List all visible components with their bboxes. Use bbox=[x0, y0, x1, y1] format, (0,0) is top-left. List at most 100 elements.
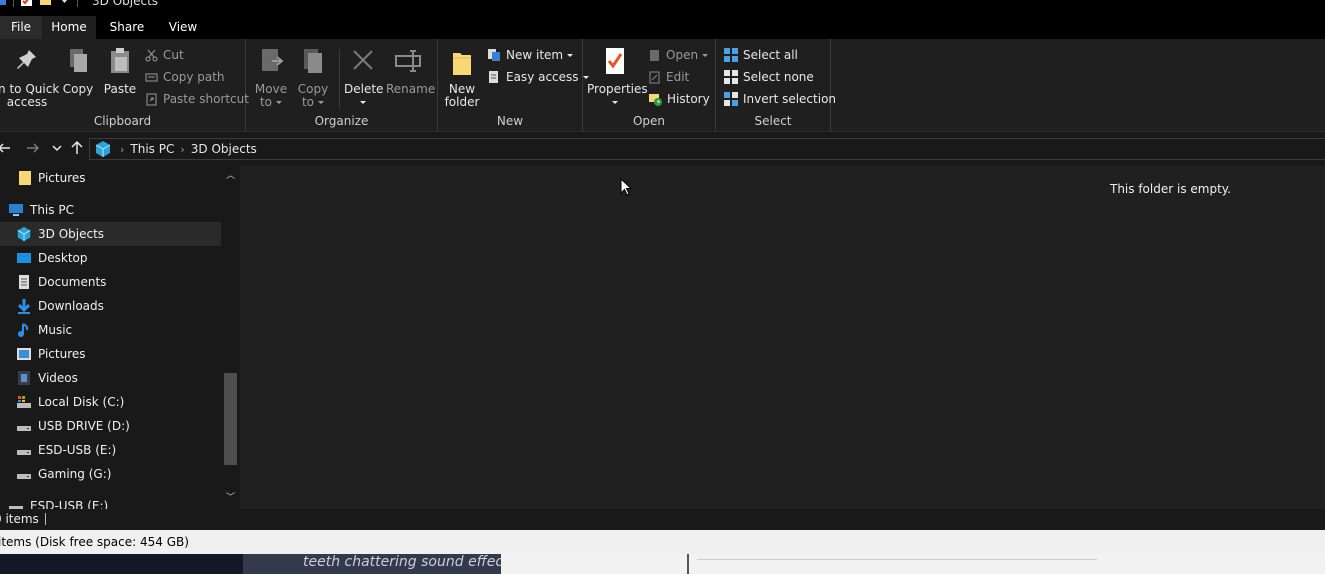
drive-icon bbox=[17, 426, 31, 431]
back-arrow-icon[interactable] bbox=[0, 139, 14, 157]
edit-icon bbox=[649, 71, 660, 83]
new-group: New folder New item Easy access New bbox=[438, 39, 589, 132]
properties-quick-icon[interactable] bbox=[20, 0, 33, 7]
organize-group: Move to Copy to Delete Rename Organize bbox=[246, 39, 438, 132]
status-separator bbox=[45, 513, 46, 525]
status-bar: 0 items bbox=[0, 509, 1325, 529]
select-none-button[interactable]: Select none bbox=[724, 67, 814, 87]
tree-item-gaming-g[interactable]: Gaming (G:) bbox=[0, 462, 221, 486]
background-light-panel bbox=[501, 554, 1325, 574]
select-all-label: Select all bbox=[743, 48, 798, 62]
navigation-bar: › This PC › 3D Objects bbox=[0, 133, 1325, 165]
copy-label: Copy bbox=[62, 82, 94, 96]
open-button[interactable]: Open bbox=[648, 45, 709, 65]
paste-shortcut-button[interactable]: Paste shortcut bbox=[145, 89, 249, 109]
tree-item-label: Music bbox=[38, 323, 73, 337]
tree-item-desktop[interactable]: Desktop bbox=[0, 246, 221, 270]
tree-item-label: Pictures bbox=[38, 347, 86, 361]
tab-view[interactable]: View bbox=[162, 16, 204, 39]
up-arrow-icon[interactable] bbox=[68, 139, 86, 157]
ribbon-tabs: File Home Share View bbox=[0, 16, 1325, 39]
breadcrumb-separator: › bbox=[180, 142, 185, 156]
clipboard-group-label: Clipboard bbox=[93, 114, 152, 128]
delete-x-icon bbox=[353, 50, 373, 70]
copy-path-label: Copy path bbox=[163, 70, 225, 84]
breadcrumb-3d-objects[interactable]: 3D Objects bbox=[191, 142, 257, 156]
tree-item-pictures[interactable]: Pictures bbox=[0, 342, 221, 366]
3d-objects-icon bbox=[95, 141, 111, 157]
copy-path-icon bbox=[145, 73, 158, 81]
rename-label: Rename bbox=[386, 82, 436, 96]
history-button[interactable]: History bbox=[648, 89, 710, 109]
paste-label: Paste bbox=[103, 82, 137, 96]
disk-free-space: items (Disk free space: 454 GB) bbox=[0, 535, 189, 549]
tree-item-esd-usb-e-root[interactable]: ESD-USB (E:) bbox=[0, 494, 221, 509]
tree-item-videos[interactable]: Videos bbox=[0, 366, 221, 390]
scroll-down-icon[interactable]: ﹀ bbox=[226, 494, 235, 503]
background-dark-panel bbox=[0, 554, 243, 574]
tree-item-usb-drive-d[interactable]: USB DRIVE (D:) bbox=[0, 414, 221, 438]
edit-button[interactable]: Edit bbox=[648, 67, 689, 87]
tree-item-local-disk-c[interactable]: Local Disk (C:) bbox=[0, 390, 221, 414]
navigation-pane: Pictures This PC 3D Objects Desktop Docu… bbox=[0, 166, 240, 509]
copy-to-label-2: to bbox=[301, 95, 315, 109]
delete-label: Delete bbox=[344, 82, 384, 96]
open-icon bbox=[650, 49, 659, 61]
scroll-up-icon[interactable]: ︿ bbox=[226, 172, 235, 181]
copy-path-button[interactable]: Copy path bbox=[145, 67, 225, 87]
tab-share[interactable]: Share bbox=[104, 16, 150, 39]
tree-item-documents[interactable]: Documents bbox=[0, 270, 221, 294]
tree-item-label: ESD-USB (E:) bbox=[38, 443, 117, 457]
open-group-label: Open bbox=[632, 114, 666, 128]
move-to-icon bbox=[262, 49, 284, 71]
toolbar-separator bbox=[77, 0, 78, 7]
copy-button[interactable]: Copy bbox=[60, 45, 96, 96]
playhead-bar bbox=[687, 554, 689, 574]
delete-button[interactable]: Delete bbox=[344, 45, 384, 109]
tree-item-label: Downloads bbox=[38, 299, 104, 313]
address-bar[interactable]: › This PC › 3D Objects bbox=[89, 138, 1325, 160]
tree-item-downloads[interactable]: Downloads bbox=[0, 294, 221, 318]
tree-item-pictures-quick[interactable]: Pictures bbox=[0, 166, 221, 190]
background-window-strip: teeth chattering sound effect bbox=[0, 554, 1325, 574]
tree-item-esd-usb-e[interactable]: ESD-USB (E:) bbox=[0, 438, 221, 462]
invert-selection-button[interactable]: Invert selection bbox=[724, 89, 836, 109]
paste-button[interactable]: Paste bbox=[102, 45, 138, 96]
move-to-button[interactable]: Move to bbox=[254, 45, 288, 109]
recent-locations-chevron-icon[interactable] bbox=[48, 139, 66, 157]
empty-folder-message: This folder is empty. bbox=[1110, 182, 1231, 196]
paste-shortcut-label: Paste shortcut bbox=[163, 92, 249, 106]
copy-to-button[interactable]: Copy to bbox=[296, 45, 330, 109]
pin-to-quick-access-button[interactable]: in to Quick access bbox=[0, 45, 60, 109]
file-list-pane[interactable]: This folder is empty. bbox=[240, 166, 1325, 509]
tree-item-label: This PC bbox=[30, 203, 74, 217]
new-folder-quick-icon[interactable] bbox=[39, 0, 52, 7]
new-folder-button[interactable]: New folder bbox=[444, 45, 480, 109]
properties-label: Properties bbox=[587, 82, 648, 96]
quick-access-icon[interactable] bbox=[0, 0, 7, 7]
tab-file[interactable]: File bbox=[0, 16, 42, 39]
new-folder-label-2: folder bbox=[444, 95, 480, 109]
easy-access-icon bbox=[489, 71, 498, 83]
properties-button[interactable]: Properties bbox=[587, 45, 648, 109]
tree-item-3d-objects[interactable]: 3D Objects bbox=[0, 222, 221, 246]
customize-dropdown-icon[interactable] bbox=[58, 0, 71, 7]
tree-item-music[interactable]: Music bbox=[0, 318, 221, 342]
select-all-button[interactable]: Select all bbox=[724, 45, 798, 65]
pin-label-2: access bbox=[6, 95, 48, 109]
invert-selection-icon bbox=[724, 92, 738, 106]
nav-pane-scrollbar[interactable]: ︿ ﹀ bbox=[222, 166, 239, 509]
new-item-button[interactable]: New item bbox=[487, 45, 574, 65]
tab-home[interactable]: Home bbox=[42, 16, 96, 39]
rename-button[interactable]: Rename bbox=[386, 45, 436, 96]
tree-item-this-pc[interactable]: This PC bbox=[0, 198, 221, 222]
clipboard-group: in to Quick access Copy Paste Cut Copy p… bbox=[0, 39, 249, 132]
video-title[interactable]: teeth chattering sound effect bbox=[243, 554, 501, 574]
cut-button[interactable]: Cut bbox=[145, 45, 184, 65]
tree-item-label: Gaming (G:) bbox=[38, 467, 112, 481]
forward-arrow-icon[interactable] bbox=[24, 139, 42, 157]
breadcrumb-this-pc[interactable]: This PC bbox=[130, 142, 174, 156]
new-item-icon bbox=[488, 49, 500, 61]
easy-access-button[interactable]: Easy access bbox=[487, 67, 589, 87]
scrollbar-thumb[interactable] bbox=[224, 373, 237, 465]
